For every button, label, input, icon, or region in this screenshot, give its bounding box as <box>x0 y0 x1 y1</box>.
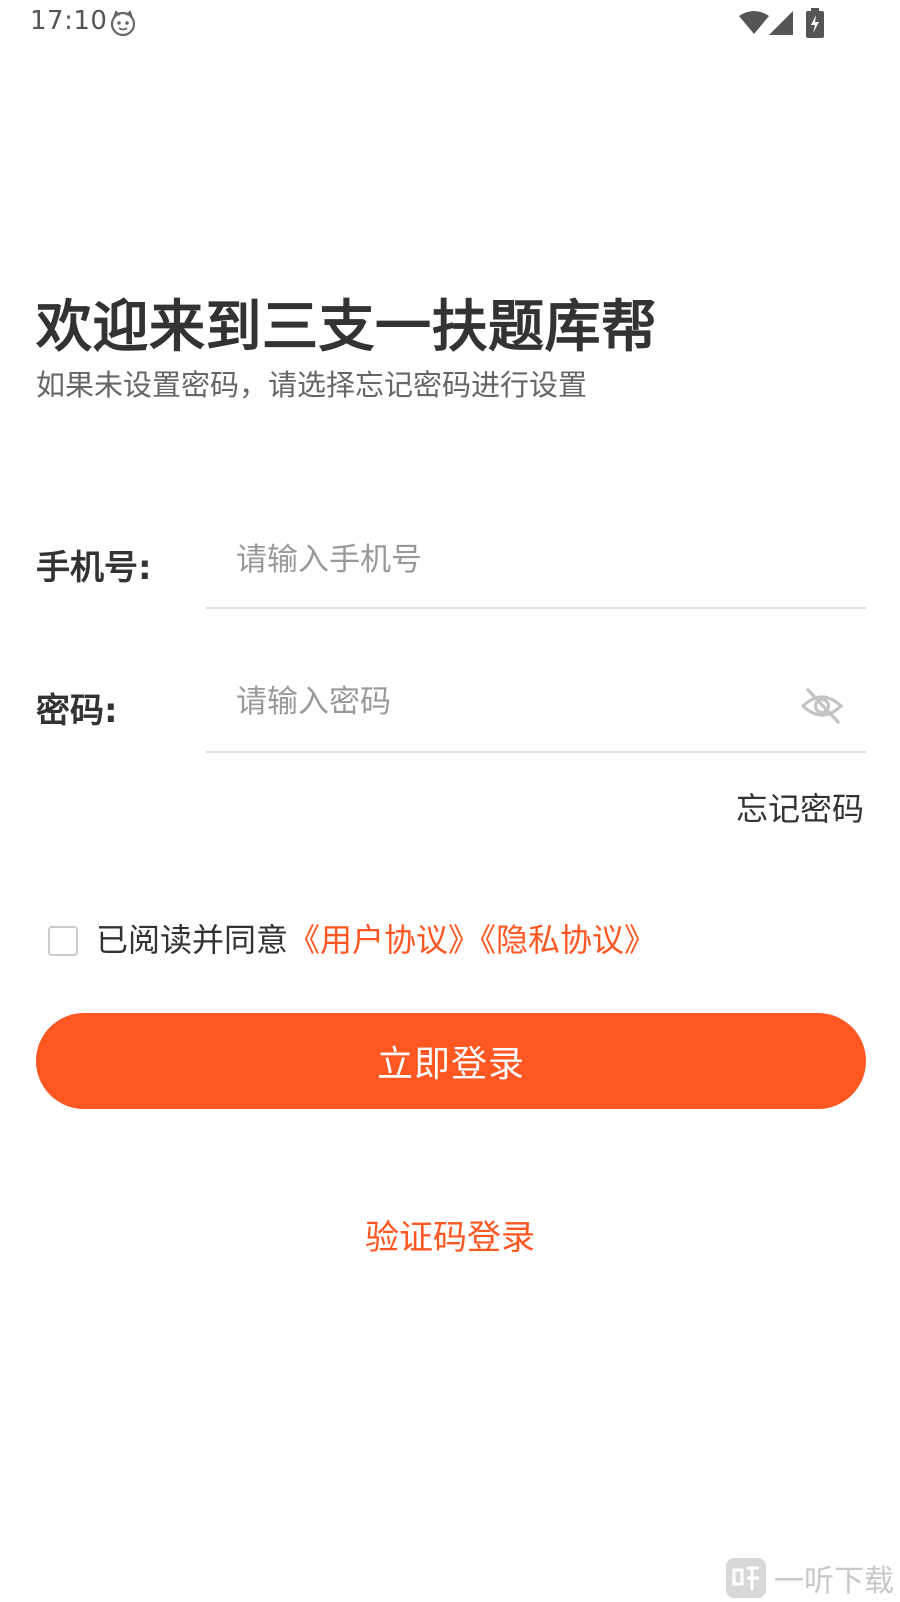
cat-notification-icon <box>110 10 136 36</box>
watermark-logo-icon <box>726 1558 766 1598</box>
page-title: 欢迎来到三支一扶题库帮 <box>36 295 658 360</box>
signal-icon <box>769 11 793 35</box>
page-subtitle: 如果未设置密码，请选择忘记密码进行设置 <box>36 368 588 402</box>
phone-label: 手机号: <box>36 548 152 588</box>
password-underline <box>206 751 866 753</box>
status-bar: 17:10 <box>0 0 900 48</box>
phone-input[interactable] <box>206 530 796 590</box>
watermark: 一听下载 <box>726 1558 894 1599</box>
agreement-row: 已阅读并同意《用户协议》《隐私协议》 <box>96 915 656 961</box>
wifi-icon <box>739 11 769 34</box>
status-time: 17:10 <box>30 6 108 36</box>
sms-code-login-link[interactable]: 验证码登录 <box>0 1210 900 1259</box>
eye-off-icon[interactable] <box>800 686 844 726</box>
watermark-logo-glyph-icon <box>732 1566 759 1590</box>
login-button[interactable]: 立即登录 <box>36 1013 866 1109</box>
password-input[interactable] <box>206 672 796 732</box>
battery-charging-icon <box>806 8 824 38</box>
user-agreement-link[interactable]: 《用户协议》 <box>288 921 480 959</box>
privacy-agreement-link[interactable]: 《隐私协议》 <box>480 921 656 959</box>
watermark-text: 一听下载 <box>774 1564 894 1599</box>
phone-underline <box>206 607 866 609</box>
agreement-checkbox[interactable] <box>48 926 78 956</box>
forgot-password-link[interactable]: 忘记密码 <box>736 784 864 830</box>
password-label: 密码: <box>36 691 118 731</box>
agreement-text: 已阅读并同意 <box>96 921 289 959</box>
status-icons <box>738 8 838 40</box>
